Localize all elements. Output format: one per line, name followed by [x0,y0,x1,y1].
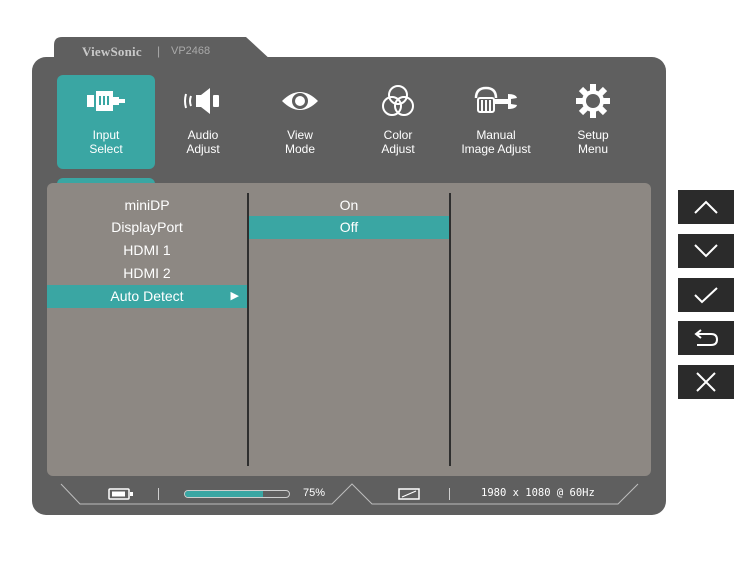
hand-wrench-icon [447,85,545,117]
list-item-label: Auto Detect [110,288,184,304]
gear-icon [544,84,642,118]
menu-label-line1: Color [383,128,413,142]
menu-label-line2: Adjust [381,142,415,156]
menu-label-line1: View [287,128,313,142]
menu-label-line2: Select [89,142,123,156]
option-off[interactable]: Off [249,216,449,239]
color-circles-icon [349,85,447,117]
progress-fill [185,491,263,497]
submenu-arrow-icon: ▶ [230,290,239,302]
menu-label-line1: Audio [187,128,219,142]
menu-label-line1: Manual [476,128,516,142]
status-divider [449,488,450,500]
up-button[interactable] [678,190,734,224]
back-button[interactable] [678,321,734,355]
option-on[interactable]: On [249,194,449,217]
close-button[interactable] [678,365,734,399]
list-item-hdmi2[interactable]: HDMI 2 [47,262,247,285]
menu-label-line2: Image Adjust [461,142,531,156]
input-plug-icon [57,85,155,117]
menu-label-line2: Mode [284,142,316,156]
model-name: VP2468 [171,45,211,57]
menu-label-line1: Input [92,128,120,142]
brightness-progress-bar [184,490,290,498]
list-item-minidp[interactable]: miniDP [47,194,247,217]
close-icon [696,372,716,392]
menu-color-adjust[interactable]: Color Adjust [349,75,447,169]
battery-icon [108,488,133,500]
back-icon [694,329,719,346]
list-item-displayport[interactable]: DisplayPort [47,216,247,239]
progress-label: 75% [303,487,326,499]
speaker-icon [154,85,252,117]
column-divider [449,193,451,466]
status-divider [158,488,159,500]
up-icon [694,200,718,214]
confirm-button[interactable] [678,278,734,312]
aspect-ratio-icon [398,488,420,500]
menu-label-line2: Menu [577,142,609,156]
menu-manual-image-adjust[interactable]: Manual Image Adjust [447,75,545,169]
menu-input-select[interactable]: Input Select [57,75,155,169]
brand-separator: | [157,44,161,58]
eye-icon [251,85,349,117]
menu-audio-adjust[interactable]: Audio Adjust [154,75,252,169]
resolution-label: 1980 x 1080 @ 60Hz [481,487,595,499]
menu-label-line2: Adjust [186,142,220,156]
list-item-hdmi1[interactable]: HDMI 1 [47,239,247,262]
menu-label-line1: Setup [577,128,609,142]
list-item-auto-detect[interactable]: Auto Detect ▶ [47,285,247,308]
check-icon [694,287,718,304]
brand-logo: ViewSonic [82,44,142,59]
down-icon [694,244,718,258]
down-button[interactable] [678,234,734,268]
menu-view-mode[interactable]: View Mode [251,75,349,169]
menu-setup-menu[interactable]: Setup Menu [544,75,642,169]
